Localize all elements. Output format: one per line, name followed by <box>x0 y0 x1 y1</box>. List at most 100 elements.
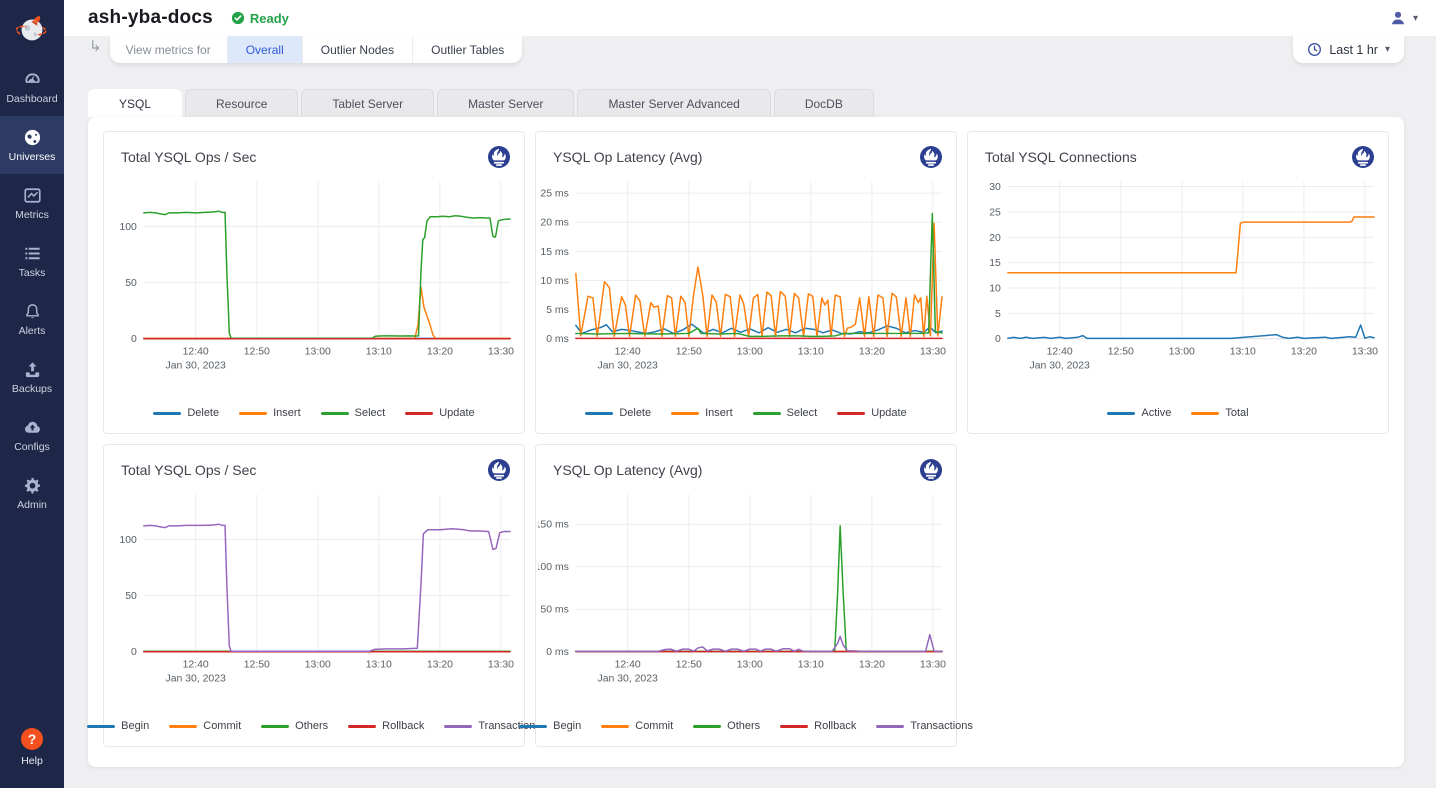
y-axis-tick: 5 <box>995 309 1001 320</box>
sidebar-item-dashboard[interactable]: Dashboard <box>0 58 64 116</box>
backups-upload-icon <box>23 360 42 379</box>
legend-item[interactable]: Begin <box>87 720 149 732</box>
tasks-list-icon <box>23 244 42 263</box>
y-axis-tick: 100 <box>119 535 137 546</box>
view-metrics-for-label: View metrics for <box>110 36 228 63</box>
legend-item[interactable]: Rollback <box>348 720 424 732</box>
prometheus-link-icon[interactable] <box>919 458 943 482</box>
chart-legend: Delete Insert Select Update <box>104 407 524 433</box>
chart-canvas[interactable]: 0 ms50 ms100 ms150 ms12:4012:5013:0013:1… <box>536 486 956 720</box>
sidebar: Dashboard Universes Metrics Tasks Alerts… <box>0 0 64 788</box>
chart-plot[interactable]: 05101520253012:4012:5013:0013:1013:2013:… <box>970 173 1386 385</box>
y-axis-tick: 30 <box>989 182 1001 193</box>
legend-item[interactable]: Others <box>261 720 328 732</box>
legend-item[interactable]: Total <box>1191 407 1248 419</box>
x-axis-date: Jan 30, 2023 <box>597 674 658 685</box>
yugabyte-logo[interactable] <box>0 0 64 58</box>
legend-item[interactable]: Insert <box>671 407 733 419</box>
x-axis-tick: 12:50 <box>676 660 702 671</box>
sidebar-item-label: Metrics <box>15 209 49 221</box>
legend-label: Others <box>727 720 760 732</box>
sidebar-item-universes[interactable]: Universes <box>0 116 64 174</box>
x-axis-tick: 13:20 <box>1291 347 1317 358</box>
configs-cloud-icon <box>23 418 42 437</box>
legend-item[interactable]: Others <box>693 720 760 732</box>
legend-item[interactable]: Select <box>753 407 818 419</box>
tab-tablet-server[interactable]: Tablet Server <box>301 89 434 117</box>
y-axis-tick: 0 <box>995 334 1001 345</box>
chart-plot[interactable]: 05010012:4012:5013:0013:1013:2013:30Jan … <box>106 173 522 385</box>
chart-plot[interactable]: 0 ms5 ms10 ms15 ms20 ms25 ms12:4012:5013… <box>538 173 954 385</box>
x-axis-tick: 12:40 <box>183 660 209 671</box>
universe-header: ash-yba-docs Ready ▾ <box>64 0 1436 36</box>
prometheus-link-icon[interactable] <box>1351 145 1375 169</box>
y-axis-tick: 0 ms <box>546 334 569 345</box>
legend-label: Commit <box>203 720 241 732</box>
legend-item[interactable]: Commit <box>601 720 673 732</box>
prometheus-link-icon[interactable] <box>487 458 511 482</box>
legend-label: Insert <box>273 407 301 419</box>
legend-item[interactable]: Transactions <box>876 720 973 732</box>
prometheus-link-icon[interactable] <box>919 145 943 169</box>
chart-canvas[interactable]: 05101520253012:4012:5013:0013:1013:2013:… <box>968 173 1388 407</box>
legend-item[interactable]: Update <box>837 407 906 419</box>
legend-item[interactable]: Commit <box>169 720 241 732</box>
tab-outlier-tables[interactable]: Outlier Tables <box>413 36 522 63</box>
chart-plot[interactable]: 0 ms50 ms100 ms150 ms12:4012:5013:0013:1… <box>538 486 954 698</box>
tab-docdb[interactable]: DocDB <box>774 89 874 117</box>
x-axis-tick: 13:00 <box>305 347 331 358</box>
tab-overall[interactable]: Overall <box>228 36 303 63</box>
tab-ysql[interactable]: YSQL <box>88 89 182 117</box>
chart-card-total-ysql-connections: Total YSQL Connections 05101520253012:40… <box>967 131 1389 434</box>
user-menu[interactable]: ▾ <box>1389 9 1418 27</box>
x-axis-tick: 12:40 <box>615 660 641 671</box>
x-axis-date: Jan 30, 2023 <box>165 361 226 372</box>
legend-item[interactable]: Begin <box>519 720 581 732</box>
y-axis-tick: 5 ms <box>546 305 569 316</box>
legend-item[interactable]: Insert <box>239 407 301 419</box>
y-axis-tick: 10 ms <box>540 276 568 287</box>
help-question-icon: ? <box>21 728 43 750</box>
sidebar-item-tasks[interactable]: Tasks <box>0 232 64 290</box>
tab-resource[interactable]: Resource <box>185 89 298 117</box>
sidebar-item-backups[interactable]: Backups <box>0 348 64 406</box>
legend-item[interactable]: Active <box>1107 407 1171 419</box>
tab-outlier-nodes[interactable]: Outlier Nodes <box>303 36 413 63</box>
x-axis-date: Jan 30, 2023 <box>165 674 226 685</box>
sidebar-item-label: Backups <box>12 383 52 395</box>
chart-canvas[interactable]: 05010012:4012:5013:0013:1013:2013:30Jan … <box>104 486 524 720</box>
legend-item[interactable]: Select <box>321 407 386 419</box>
sidebar-item-alerts[interactable]: Alerts <box>0 290 64 348</box>
chart-card-ysql-op-latency-transactions: YSQL Op Latency (Avg) 0 ms50 ms100 ms150… <box>535 444 957 747</box>
legend-item[interactable]: Delete <box>153 407 219 419</box>
series-insert <box>144 287 510 338</box>
sidebar-item-configs[interactable]: Configs <box>0 406 64 464</box>
x-axis-tick: 12:40 <box>183 347 209 358</box>
sidebar-item-help[interactable]: ? Help <box>0 712 64 782</box>
tab-master-server-advanced[interactable]: Master Server Advanced <box>577 89 770 117</box>
sidebar-item-metrics[interactable]: Metrics <box>0 174 64 232</box>
tab-master-server[interactable]: Master Server <box>437 89 574 117</box>
sidebar-item-admin[interactable]: Admin <box>0 464 64 522</box>
chart-canvas[interactable]: 0 ms5 ms10 ms15 ms20 ms25 ms12:4012:5013… <box>536 173 956 407</box>
legend-swatch <box>671 412 699 415</box>
legend-item[interactable]: Update <box>405 407 474 419</box>
legend-label: Commit <box>635 720 673 732</box>
legend-label: Insert <box>705 407 733 419</box>
metrics-chart-icon <box>23 186 42 205</box>
app-root: Dashboard Universes Metrics Tasks Alerts… <box>0 0 1436 788</box>
legend-item[interactable]: Delete <box>585 407 651 419</box>
legend-swatch <box>693 725 721 728</box>
prometheus-link-icon[interactable] <box>487 145 511 169</box>
legend-swatch <box>519 725 547 728</box>
chart-canvas[interactable]: 05010012:4012:5013:0013:1013:2013:30Jan … <box>104 173 524 407</box>
x-axis-tick: 13:20 <box>427 347 453 358</box>
legend-swatch <box>780 725 808 728</box>
legend-label: Rollback <box>382 720 424 732</box>
x-axis-tick: 13:20 <box>859 347 885 358</box>
legend-swatch <box>444 725 472 728</box>
time-range-selector[interactable]: Last 1 hr ▾ <box>1293 36 1404 63</box>
legend-item[interactable]: Rollback <box>780 720 856 732</box>
x-axis-tick: 13:00 <box>737 347 763 358</box>
chart-plot[interactable]: 05010012:4012:5013:0013:1013:2013:30Jan … <box>106 486 522 698</box>
